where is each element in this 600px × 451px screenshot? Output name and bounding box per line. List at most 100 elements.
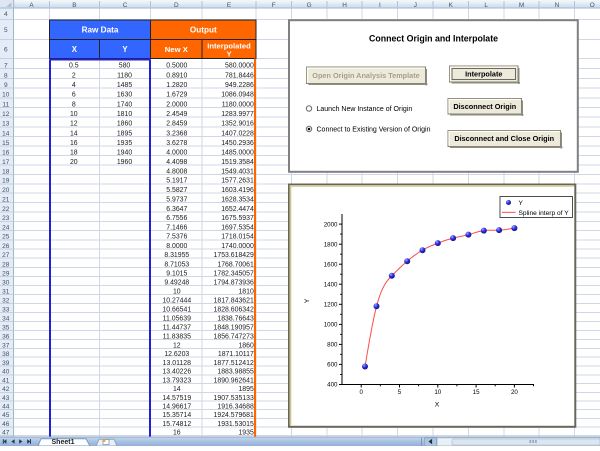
svg-text:1352.9016: 1352.9016	[221, 121, 254, 128]
svg-text:Y: Y	[122, 45, 128, 54]
svg-text:29: 29	[2, 270, 10, 277]
svg-text:27: 27	[2, 252, 10, 259]
svg-text:1407.0228: 1407.0228	[221, 130, 254, 137]
svg-text:5.5827: 5.5827	[166, 187, 187, 194]
svg-text:20: 20	[70, 159, 78, 166]
svg-text:13.01128: 13.01128	[163, 360, 191, 367]
svg-text:11: 11	[2, 101, 9, 108]
svg-text:15.35714: 15.35714	[162, 412, 191, 419]
svg-text:33: 33	[2, 307, 10, 314]
svg-text:Connect to Existing Version of: Connect to Existing Version of Origin	[317, 127, 431, 134]
svg-text:11.83835: 11.83835	[163, 333, 191, 340]
svg-text:Connect Origin and Interpolate: Connect Origin and Interpolate	[369, 33, 498, 43]
svg-text:New X: New X	[165, 45, 189, 54]
svg-text:X: X	[72, 45, 78, 54]
svg-text:8.0000: 8.0000	[166, 243, 187, 250]
svg-text:3.2368: 3.2368	[166, 130, 187, 137]
svg-text:1848.190957: 1848.190957	[214, 325, 254, 332]
svg-text:28: 28	[2, 261, 10, 268]
svg-text:K: K	[449, 2, 454, 9]
svg-text:X: X	[435, 402, 440, 409]
svg-text:9.1015: 9.1015	[166, 270, 187, 277]
svg-text:37: 37	[2, 342, 10, 349]
svg-text:1838.76643: 1838.76643	[217, 316, 254, 323]
svg-text:1895: 1895	[117, 130, 132, 137]
svg-text:15: 15	[2, 140, 10, 147]
svg-text:2: 2	[72, 72, 76, 79]
svg-text:30: 30	[2, 280, 10, 287]
svg-text:0: 0	[359, 389, 363, 396]
svg-text:1200: 1200	[324, 302, 338, 309]
svg-text:1935: 1935	[238, 429, 253, 436]
svg-text:11.05639: 11.05639	[163, 316, 191, 323]
svg-text:1577.2631: 1577.2631	[221, 178, 254, 185]
svg-text:14.57519: 14.57519	[162, 395, 191, 402]
svg-text:4: 4	[4, 11, 8, 18]
svg-text:1283.9977: 1283.9977	[221, 111, 254, 118]
svg-text:14: 14	[2, 130, 10, 137]
svg-text:7.1466: 7.1466	[166, 224, 187, 231]
svg-text:1935: 1935	[117, 140, 132, 147]
svg-text:580.0000: 580.0000	[225, 63, 254, 70]
svg-text:1485: 1485	[117, 82, 132, 89]
svg-text:1895: 1895	[238, 386, 253, 393]
svg-text:1810: 1810	[117, 111, 132, 118]
svg-text:1485.0000: 1485.0000	[221, 149, 254, 156]
svg-text:1180: 1180	[117, 72, 132, 79]
svg-text:Y: Y	[226, 50, 231, 59]
svg-text:38: 38	[2, 351, 10, 358]
svg-text:1740.0000: 1740.0000	[221, 243, 254, 250]
svg-text:34: 34	[2, 316, 10, 323]
svg-text:2.4549: 2.4549	[166, 111, 187, 118]
svg-text:Y: Y	[519, 200, 524, 207]
svg-text:1907.535133: 1907.535133	[214, 395, 254, 402]
svg-text:1.2820: 1.2820	[166, 82, 187, 89]
svg-text:6: 6	[72, 92, 76, 99]
svg-text:47: 47	[2, 429, 10, 436]
svg-text:41: 41	[2, 378, 10, 385]
svg-text:N: N	[555, 2, 560, 9]
svg-text:M: M	[519, 2, 524, 9]
svg-text:35: 35	[2, 325, 10, 332]
svg-text:1740: 1740	[117, 101, 132, 108]
svg-text:39: 39	[2, 360, 10, 367]
svg-text:14.96617: 14.96617	[162, 404, 191, 411]
svg-text:4.4098: 4.4098	[166, 159, 187, 166]
svg-text:Disconnect Origin: Disconnect Origin	[453, 102, 516, 111]
svg-text:Spline interp of Y: Spline interp of Y	[519, 210, 570, 217]
svg-text:D: D	[174, 2, 179, 9]
svg-text:9: 9	[4, 82, 8, 89]
svg-text:1768.70061: 1768.70061	[217, 261, 254, 268]
svg-text:Interpolate: Interpolate	[465, 70, 502, 79]
svg-text:19: 19	[2, 178, 10, 185]
svg-text:32: 32	[2, 298, 10, 305]
svg-text:1000: 1000	[324, 322, 338, 329]
svg-text:20: 20	[511, 389, 518, 396]
svg-text:9.49248: 9.49248	[164, 280, 189, 287]
svg-text:12: 12	[70, 121, 78, 128]
svg-text:36: 36	[2, 333, 10, 340]
svg-text:7: 7	[4, 63, 8, 70]
svg-text:13.40226: 13.40226	[162, 369, 191, 376]
svg-text:18: 18	[2, 168, 10, 175]
svg-text:I: I	[379, 2, 381, 9]
svg-text:18: 18	[70, 149, 78, 156]
svg-text:13.79323: 13.79323	[162, 378, 191, 385]
svg-text:0.5: 0.5	[69, 63, 79, 70]
svg-text:Sheet1: Sheet1	[52, 439, 75, 446]
svg-text:5.9737: 5.9737	[166, 197, 187, 204]
svg-text:1800: 1800	[324, 241, 338, 248]
svg-text:Y: Y	[304, 298, 311, 303]
svg-text:1628.3534: 1628.3534	[221, 197, 254, 204]
svg-text:1871.10117: 1871.10117	[218, 351, 254, 358]
svg-text:L: L	[484, 2, 488, 9]
svg-text:1931.53015: 1931.53015	[217, 421, 254, 428]
svg-text:11.44737: 11.44737	[163, 325, 191, 332]
svg-text:12: 12	[2, 111, 10, 118]
svg-text:2.0000: 2.0000	[166, 101, 187, 108]
svg-text:1400: 1400	[324, 281, 338, 288]
svg-text:8: 8	[4, 72, 8, 79]
svg-text:A: A	[29, 2, 34, 9]
svg-text:1856.747273: 1856.747273	[214, 333, 254, 340]
svg-text:1603.4196: 1603.4196	[221, 187, 254, 194]
